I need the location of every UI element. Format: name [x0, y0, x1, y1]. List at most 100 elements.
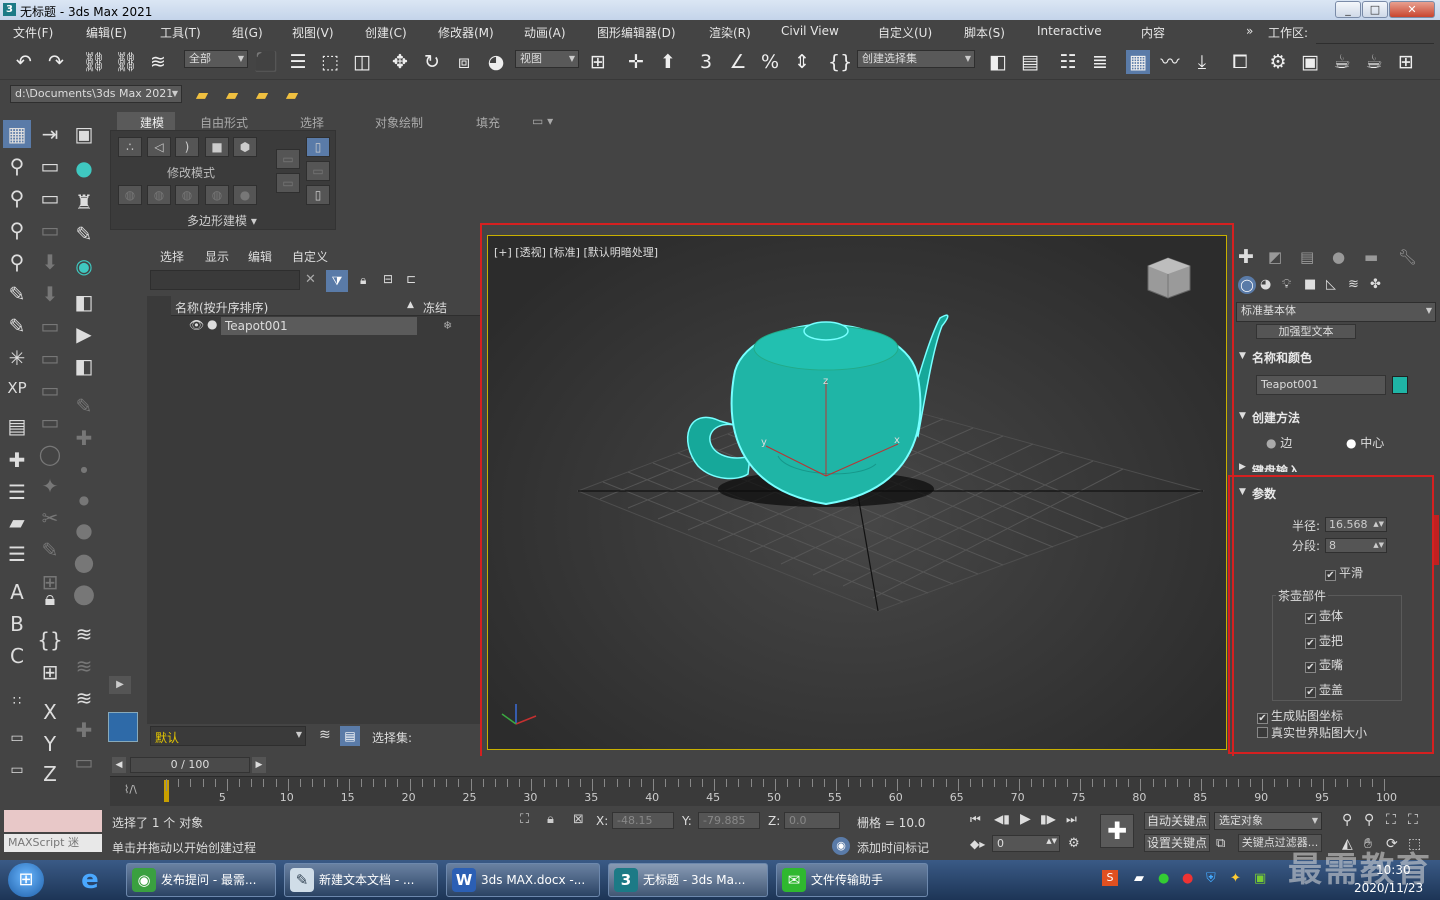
angle-snap-icon[interactable]: ∠: [726, 50, 750, 74]
brush-icon[interactable]: ✎: [70, 220, 98, 248]
redo-icon[interactable]: ↷: [44, 50, 68, 74]
project-recent-icon[interactable]: ▰: [280, 83, 304, 107]
current-frame-field[interactable]: 0 ▲▼: [992, 835, 1060, 852]
time-next-icon[interactable]: ▶: [252, 757, 266, 773]
explorer-search-input[interactable]: [150, 270, 300, 290]
name-color-rollout[interactable]: 名称和颜色: [1252, 349, 1312, 366]
motion-tab-icon[interactable]: ●: [1332, 248, 1345, 266]
tab-object-paint[interactable]: 对象绘制: [375, 114, 423, 131]
tool-icon[interactable]: ✦: [36, 472, 64, 500]
panel-scrollbar[interactable]: [1434, 515, 1439, 565]
tray-nvidia-icon[interactable]: ▣: [1254, 871, 1266, 886]
tool-icon[interactable]: ⇥: [36, 120, 64, 148]
next-frame-icon[interactable]: ▮▶: [1040, 812, 1056, 826]
task-item-5[interactable]: ✉ 文件传输助手: [776, 863, 928, 897]
polygon-icon[interactable]: ■: [205, 137, 229, 157]
object-color-swatch[interactable]: [1392, 376, 1408, 394]
dot-icon[interactable]: ●: [70, 580, 98, 608]
edit-named-sel-icon[interactable]: {}: [828, 50, 852, 74]
menu-tools[interactable]: 工具(T): [160, 24, 201, 41]
task-item-4[interactable]: 3 无标题 - 3ds Ma...: [608, 863, 768, 897]
tool-icon[interactable]: ◧: [70, 352, 98, 380]
menu-views[interactable]: 视图(V): [292, 24, 334, 41]
layer-dropdown[interactable]: 默认 ▼: [150, 726, 306, 746]
x-coord-field[interactable]: -48.15: [612, 812, 674, 829]
layers-icon[interactable]: ≋: [70, 684, 98, 712]
time-prev-icon[interactable]: ◀: [112, 757, 126, 773]
tool-icon[interactable]: ⚲: [3, 184, 31, 212]
y-icon[interactable]: Y: [36, 730, 64, 758]
spacewarps-icon[interactable]: ≋: [1348, 277, 1359, 292]
sphere-icon[interactable]: ●: [70, 154, 98, 182]
tool-icon[interactable]: ●: [233, 185, 257, 205]
close-button[interactable]: ✕: [1389, 1, 1435, 18]
tool-icon[interactable]: ⊞: [36, 658, 64, 686]
explorer-tab-customize[interactable]: 自定义: [292, 248, 328, 265]
tab-modeling[interactable]: 建模: [140, 114, 164, 131]
x-icon[interactable]: X: [36, 698, 64, 726]
tool-icon[interactable]: ▯: [306, 137, 330, 157]
menu-customize[interactable]: 自定义(U): [878, 24, 932, 41]
time-config-icon[interactable]: ⚙: [1068, 836, 1080, 851]
tool-icon[interactable]: ♜: [70, 188, 98, 216]
freeze-icon[interactable]: ❄: [443, 319, 452, 332]
cameras-icon[interactable]: ■: [1304, 277, 1316, 292]
tool-icon[interactable]: ⚲: [3, 216, 31, 244]
bind-spacewarp-icon[interactable]: ≋: [146, 50, 170, 74]
lock-icon[interactable]: 🔒︎: [36, 584, 64, 612]
tool-icon[interactable]: ◉: [70, 252, 98, 280]
y-coord-field[interactable]: -79.885: [698, 812, 760, 829]
set-key-big-icon[interactable]: ✚: [1100, 814, 1134, 848]
align-icon[interactable]: ▤: [1018, 50, 1042, 74]
tool-icon[interactable]: ◍: [118, 185, 142, 205]
tool-icon[interactable]: ✚: [3, 446, 31, 474]
menu-overflow-icon[interactable]: »: [1246, 24, 1253, 38]
tool-icon[interactable]: ⬇: [36, 280, 64, 308]
zoom-icon[interactable]: ⚲: [1342, 812, 1352, 828]
select-by-name-icon[interactable]: ☰: [286, 50, 310, 74]
place-icon[interactable]: ◕: [484, 50, 508, 74]
time-slider-thumb[interactable]: 0 / 100: [130, 757, 250, 773]
window-crossing-icon[interactable]: ◫: [350, 50, 374, 74]
explorer-tab-edit[interactable]: 编辑: [248, 248, 272, 265]
tab-freeform[interactable]: 自由形式: [200, 114, 248, 131]
maximize-button[interactable]: □: [1362, 1, 1388, 18]
expand-panel-icon[interactable]: ▶: [109, 676, 131, 694]
select-icon[interactable]: ▦: [3, 120, 31, 148]
percent-snap-icon[interactable]: %: [758, 50, 782, 74]
tool-icon[interactable]: ✂: [36, 504, 64, 532]
select-manipulate-icon[interactable]: ✛: [624, 50, 648, 74]
element-icon[interactable]: ⬢: [233, 137, 257, 157]
hierarchy-icon[interactable]: ⊟: [383, 272, 393, 286]
material-editor-icon[interactable]: ⧠: [1228, 50, 1252, 74]
b-icon[interactable]: B: [3, 610, 31, 638]
tool-icon[interactable]: ▭: [36, 184, 64, 212]
unlink-icon[interactable]: ⛓: [114, 50, 138, 74]
snap-icon[interactable]: ⚲: [3, 152, 31, 180]
rendered-frame-icon[interactable]: ▣: [1298, 50, 1322, 74]
tray-misc-icon[interactable]: ✦: [1230, 871, 1241, 886]
radio-center[interactable]: ● 中心: [1346, 434, 1384, 451]
goto-start-icon[interactable]: ⏮: [970, 812, 981, 827]
dot-icon[interactable]: ●: [70, 548, 98, 576]
tool-icon[interactable]: ⬇: [36, 248, 64, 276]
tray-network-icon[interactable]: ▰: [1134, 871, 1144, 886]
keyboard-shortcut-icon[interactable]: ⬆: [656, 50, 680, 74]
tool-icon[interactable]: ▭: [276, 173, 300, 193]
tool-icon[interactable]: ✎: [36, 536, 64, 564]
menu-modifiers[interactable]: 修改器(M): [438, 24, 494, 41]
border-icon[interactable]: ): [175, 137, 199, 157]
layers-icon[interactable]: ≋: [70, 652, 98, 680]
spinner-snap-icon[interactable]: ⇕: [790, 50, 814, 74]
tool-icon[interactable]: ◍: [175, 185, 199, 205]
tool-icon[interactable]: ◍: [147, 185, 171, 205]
z-coord-field[interactable]: 0.0: [784, 812, 840, 829]
layers-icon[interactable]: ☰: [3, 478, 31, 506]
render-setup-icon[interactable]: ⚙: [1266, 50, 1290, 74]
tab-populate[interactable]: 填充: [476, 114, 500, 131]
task-item-3[interactable]: W 3ds MAX.docx -...: [446, 863, 600, 897]
tool-icon[interactable]: ▭: [36, 152, 64, 180]
modify-tab-icon[interactable]: ◩: [1268, 248, 1282, 266]
task-item-1[interactable]: ◉ 发布提问 - 最需...: [126, 863, 276, 897]
ref-coord-dropdown[interactable]: 视图 ▼: [515, 50, 579, 68]
